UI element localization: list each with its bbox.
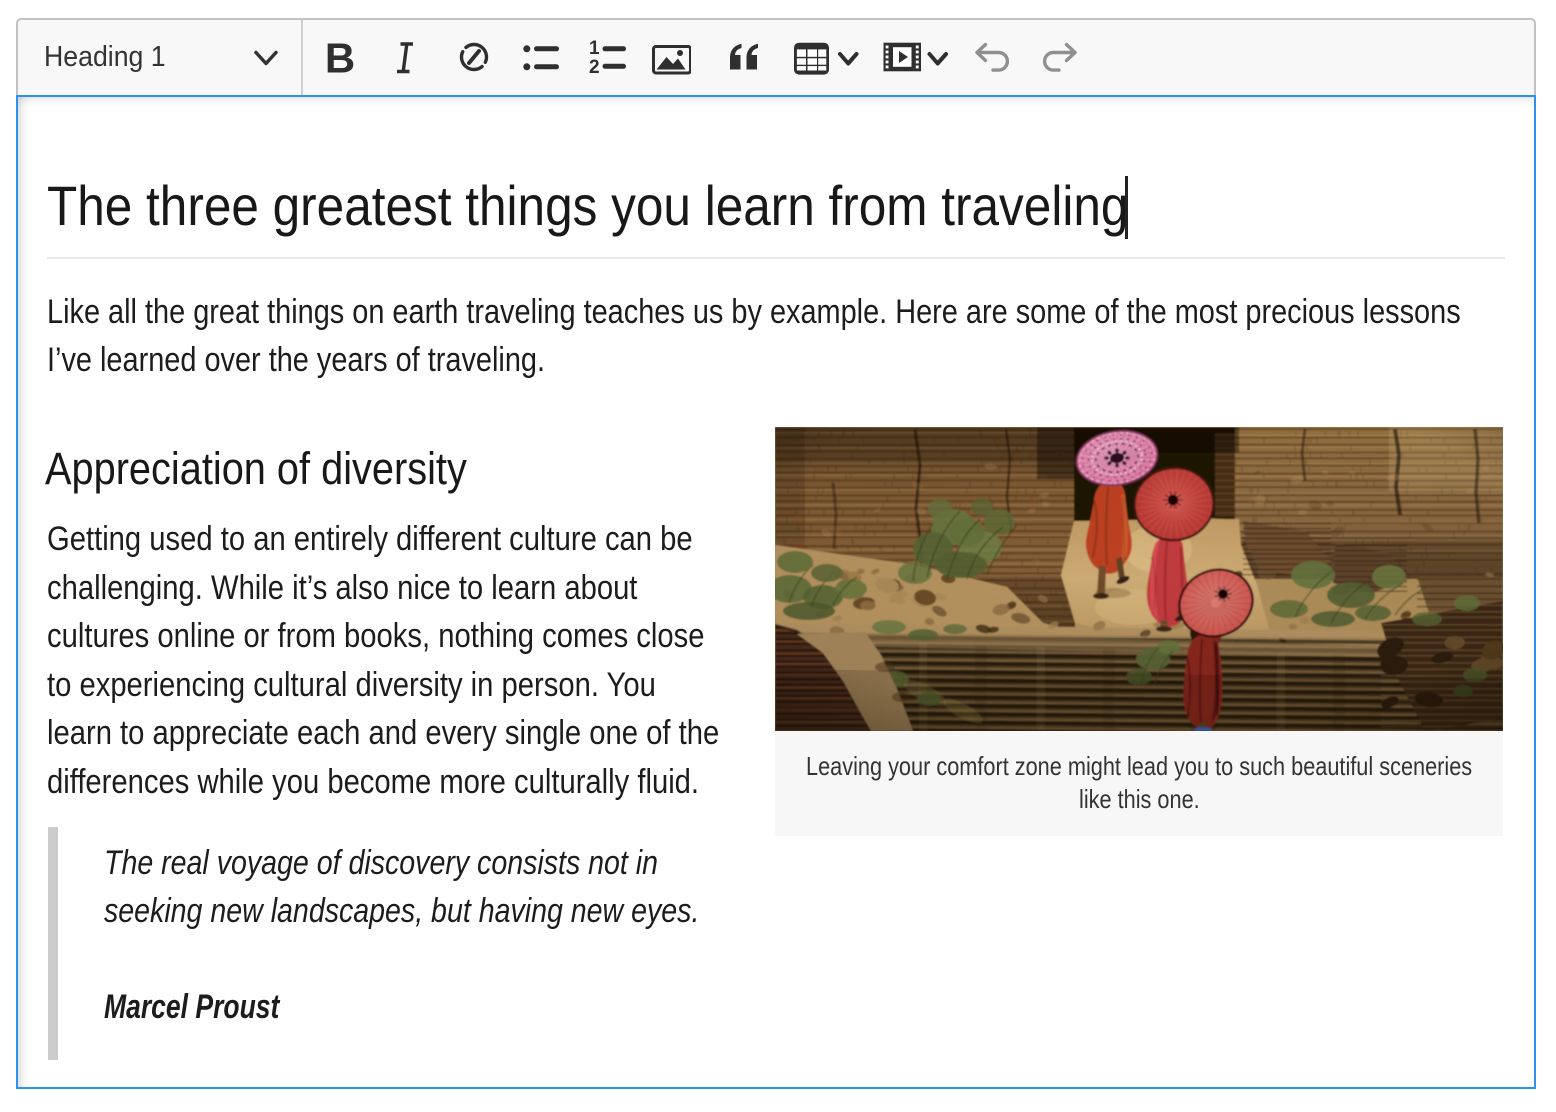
svg-text:2: 2 xyxy=(589,57,600,78)
svg-text:1: 1 xyxy=(589,38,600,59)
svg-text:B: B xyxy=(325,36,355,80)
